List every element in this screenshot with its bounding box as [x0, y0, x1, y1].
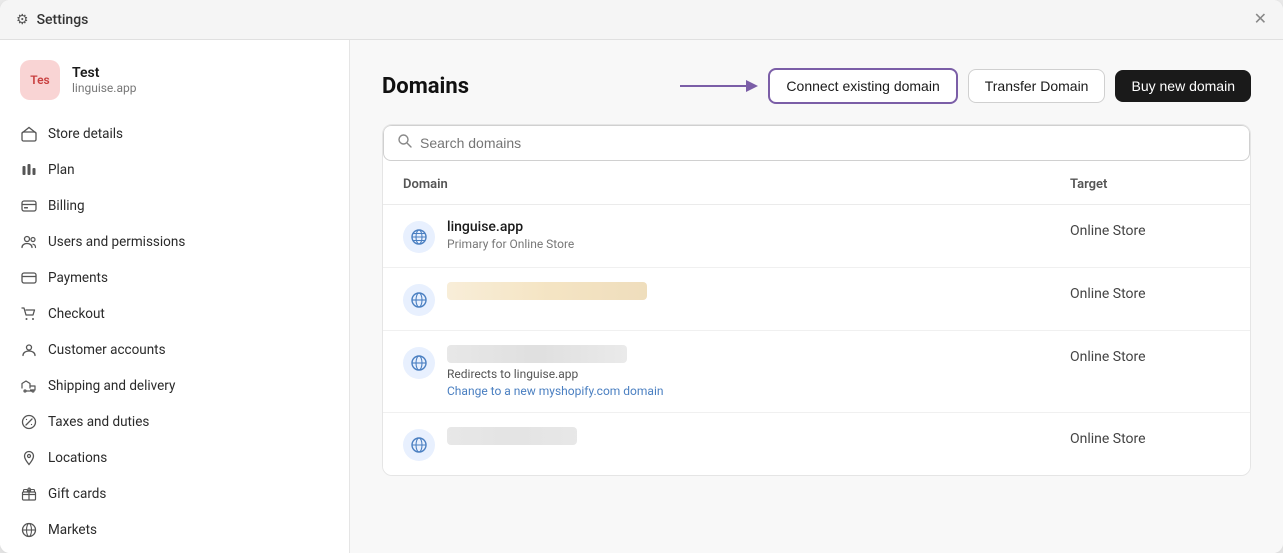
sidebar-item-label: Markets: [48, 522, 97, 538]
sidebar-item-label: Billing: [48, 198, 85, 214]
domain-info: [447, 282, 647, 302]
profile-domain: linguise.app: [72, 81, 136, 95]
sidebar-item-customer-accounts[interactable]: Customer accounts: [8, 332, 341, 368]
domain-blur-text: [447, 427, 577, 445]
buy-domain-button[interactable]: Buy new domain: [1115, 70, 1251, 102]
row-target: Online Store: [1070, 219, 1230, 239]
sidebar-item-locations[interactable]: Locations: [8, 440, 341, 476]
sidebar: Tes Test linguise.app Store details: [0, 40, 350, 553]
th-domain: Domain: [403, 177, 1070, 192]
row-target: Online Store: [1070, 282, 1230, 302]
sidebar-item-checkout[interactable]: Checkout: [8, 296, 341, 332]
locations-icon: [20, 449, 38, 467]
users-icon: [20, 233, 38, 251]
arrow-annotation: [678, 76, 758, 96]
sidebar-item-billing[interactable]: Billing: [8, 188, 341, 224]
sidebar-item-markets[interactable]: Markets: [8, 512, 341, 548]
domain-table: Domain Target: [382, 124, 1251, 476]
domain-info: [447, 427, 577, 447]
search-bar: [383, 125, 1250, 161]
close-button[interactable]: ✕: [1254, 12, 1267, 28]
globe-icon: [403, 221, 435, 253]
globe-icon: [403, 284, 435, 316]
sidebar-item-plan[interactable]: Plan: [8, 152, 341, 188]
profile-info: Test linguise.app: [72, 65, 136, 95]
profile-name: Test: [72, 65, 136, 81]
markets-icon: [20, 521, 38, 539]
row-domain: [403, 427, 1070, 461]
page-title: Domains: [382, 74, 469, 99]
sidebar-nav: Store details Plan: [0, 116, 349, 548]
globe-icon: [403, 347, 435, 379]
row-target: Online Store: [1070, 345, 1230, 365]
sidebar-item-store-details[interactable]: Store details: [8, 116, 341, 152]
domain-sub: Primary for Online Store: [447, 237, 574, 251]
domain-blur-text: [447, 345, 627, 363]
sidebar-item-label: Shipping and delivery: [48, 378, 175, 394]
main-content: Domains Connect existing domain Transfer…: [350, 40, 1283, 553]
sidebar-item-shipping-delivery[interactable]: Shipping and delivery: [8, 368, 341, 404]
transfer-domain-button[interactable]: Transfer Domain: [968, 69, 1106, 103]
settings-icon: ⚙: [16, 12, 29, 28]
domain-info: linguise.app Primary for Online Store: [447, 219, 574, 251]
globe-icon: [403, 429, 435, 461]
domain-redirect: Redirects to linguise.app: [447, 367, 664, 381]
connect-domain-button[interactable]: Connect existing domain: [768, 68, 957, 104]
shipping-icon: [20, 377, 38, 395]
search-icon: [398, 134, 412, 152]
sidebar-item-users-permissions[interactable]: Users and permissions: [8, 224, 341, 260]
sidebar-item-label: Plan: [48, 162, 75, 178]
store-icon: [20, 125, 38, 143]
taxes-icon: [20, 413, 38, 431]
titlebar: ⚙ Settings ✕: [0, 0, 1283, 40]
billing-icon: [20, 197, 38, 215]
row-domain: Redirects to linguise.app Change to a ne…: [403, 345, 1070, 398]
sidebar-item-label: Store details: [48, 126, 123, 142]
domain-info: Redirects to linguise.app Change to a ne…: [447, 345, 664, 398]
sidebar-item-label: Checkout: [48, 306, 105, 322]
table-header: Domain Target: [383, 165, 1250, 205]
sidebar-item-label: Gift cards: [48, 486, 106, 502]
domain-blur-text: [447, 282, 647, 300]
row-domain: linguise.app Primary for Online Store: [403, 219, 1070, 253]
sidebar-item-label: Locations: [48, 450, 107, 466]
sidebar-item-payments[interactable]: Payments: [8, 260, 341, 296]
th-target: Target: [1070, 177, 1230, 192]
plan-icon: [20, 161, 38, 179]
titlebar-title: Settings: [37, 12, 1254, 28]
checkout-icon: [20, 305, 38, 323]
sidebar-item-label: Payments: [48, 270, 108, 286]
sidebar-item-label: Customer accounts: [48, 342, 166, 358]
settings-window: ⚙ Settings ✕ Tes Test linguise.app: [0, 0, 1283, 553]
table-row: linguise.app Primary for Online Store On…: [383, 205, 1250, 268]
search-input[interactable]: [420, 135, 1235, 151]
gift-icon: [20, 485, 38, 503]
avatar: Tes: [20, 60, 60, 100]
header-actions: Connect existing domain Transfer Domain …: [678, 68, 1251, 104]
row-domain: [403, 282, 1070, 316]
main-layout: Tes Test linguise.app Store details: [0, 40, 1283, 553]
customer-icon: [20, 341, 38, 359]
sidebar-item-taxes-duties[interactable]: Taxes and duties: [8, 404, 341, 440]
table-row: Online Store: [383, 413, 1250, 475]
content-header: Domains Connect existing domain Transfer…: [382, 68, 1251, 104]
sidebar-item-gift-cards[interactable]: Gift cards: [8, 476, 341, 512]
sidebar-item-label: Users and permissions: [48, 234, 185, 250]
change-myshopify-link[interactable]: Change to a new myshopify.com domain: [447, 384, 664, 398]
sidebar-item-label: Taxes and duties: [48, 414, 149, 430]
domain-name: linguise.app: [447, 219, 574, 235]
table-row: Online Store: [383, 268, 1250, 331]
row-target: Online Store: [1070, 427, 1230, 447]
table-row: Redirects to linguise.app Change to a ne…: [383, 331, 1250, 413]
sidebar-profile: Tes Test linguise.app: [0, 40, 349, 116]
payments-icon: [20, 269, 38, 287]
